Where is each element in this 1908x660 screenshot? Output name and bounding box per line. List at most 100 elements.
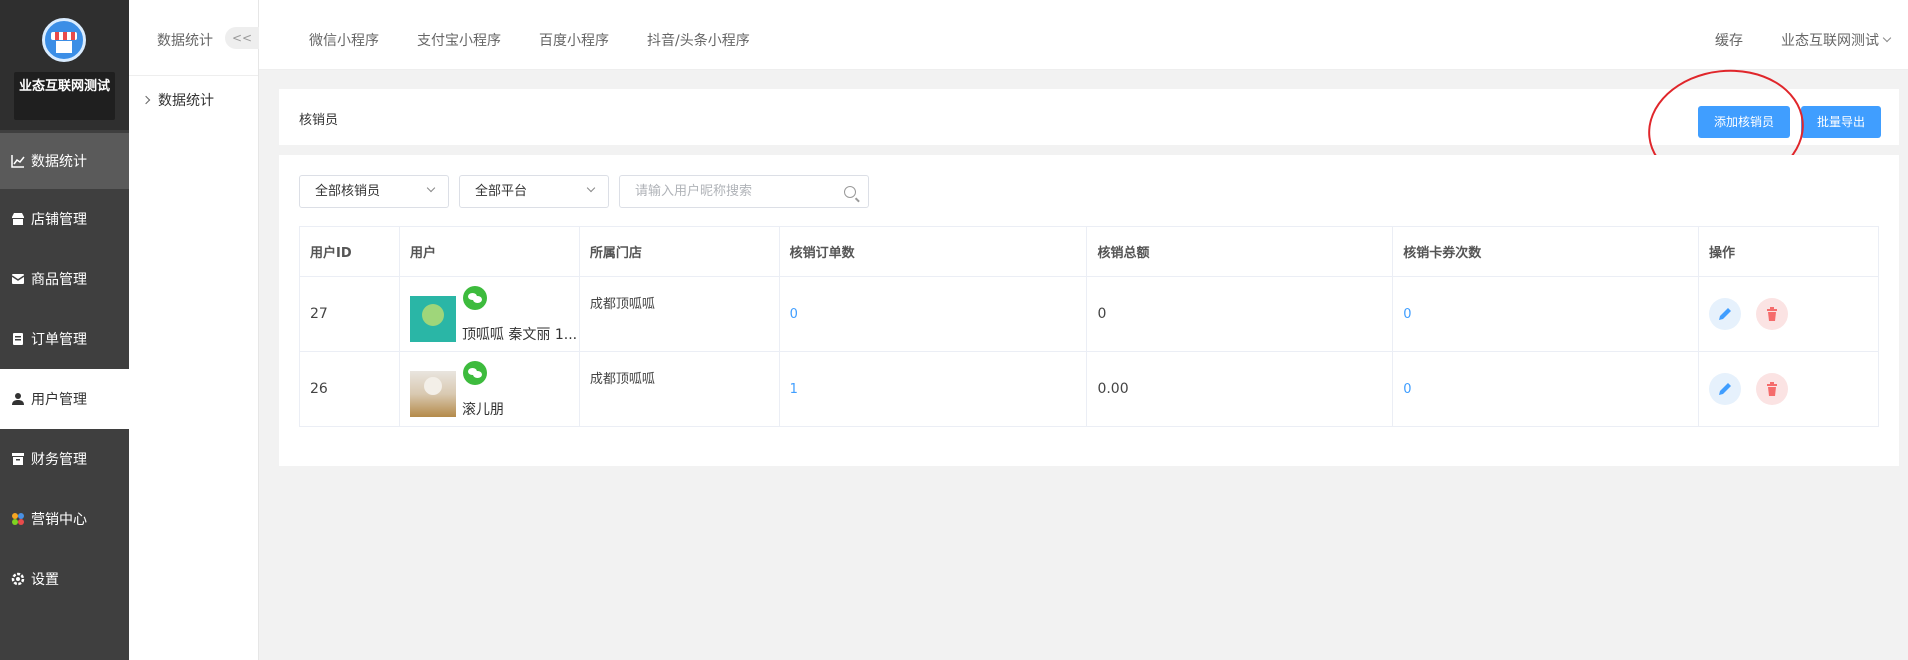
cell-total: 0.00 [1086,351,1394,427]
pencil-icon [1719,308,1732,320]
main-menu: 数据统计 店铺管理 商品管理 订单管理 用户管理 财务管理 营销中心 设置 [0,133,129,609]
trash-icon [1767,307,1778,321]
sub-sidebar: 数据统计 << 数据统计 [129,0,259,660]
user-menu[interactable]: 业态互联网测试 [1781,30,1892,50]
table-header-row: 用户ID 用户 所属门店 核销订单数 核销总额 核销卡券次数 操作 [299,226,1879,277]
platform-select-value: 全部平台 [475,184,528,199]
cell-total: 0 [1086,276,1394,352]
verifier-list-card: 全部核销员 全部平台 用户ID 用户 所属门店 核销订单数 核销总额 核销卡券次… [279,155,1899,466]
platform-select[interactable]: 全部平台 [459,175,609,208]
menu-item-goods[interactable]: 商品管理 [0,249,129,309]
menu-label: 财务管理 [31,452,87,468]
shop-icon [12,213,24,225]
column-header: 所属门店 [578,226,780,277]
column-header: 核销总额 [1086,226,1394,277]
edit-button[interactable] [1709,373,1742,405]
add-verifier-button[interactable]: 添加核销员 [1698,106,1790,138]
user-info: 顶呱呱 秦文丽 1... [409,284,579,344]
coupons-count-link[interactable]: 0 [1403,382,1411,397]
brand-area: 业态互联网测试 [0,0,129,130]
search-icon[interactable] [844,186,856,198]
main-sidebar: 业态互联网测试 数据统计 店铺管理 商品管理 订单管理 用户管理 财务管理 营销… [0,0,129,660]
row-actions [1709,298,1878,330]
table-row: 26 滚儿朋 成都顶呱呱 1 0.00 0 [299,351,1879,427]
column-header: 用户ID [299,226,400,277]
avatar [409,296,456,342]
verifier-select-value: 全部核销员 [315,184,381,199]
brand-name[interactable]: 业态互联网测试 [14,72,115,120]
tab-douyin[interactable]: 抖音/头条小程序 [647,30,750,50]
page-header-card: 核销员 添加核销员 批量导出 [279,89,1899,145]
column-header: 核销卡券次数 [1392,226,1700,277]
menu-item-statistics[interactable]: 数据统计 [0,133,129,189]
sub-sidebar-title: 数据统计 [157,33,213,49]
orders-count-link[interactable]: 0 [790,307,798,322]
collapse-sidebar-button[interactable]: << [225,27,259,49]
edit-button[interactable] [1709,298,1742,330]
batch-export-button[interactable]: 批量导出 [1801,106,1881,138]
chevron-down-icon [586,183,596,193]
top-bar: 微信小程序 支付宝小程序 百度小程序 抖音/头条小程序 缓存 业态互联网测试 [259,0,1908,70]
cell-user-id: 26 [299,351,400,427]
sub-sidebar-item-label: 数据统计 [158,93,214,109]
finance-icon [12,453,24,465]
menu-label: 数据统计 [31,154,87,170]
order-icon [13,333,23,345]
cache-button[interactable]: 缓存 [1715,30,1743,50]
store-logo-icon [42,18,86,62]
filter-bar: 全部核销员 全部平台 [299,175,869,208]
platform-tabs: 微信小程序 支付宝小程序 百度小程序 抖音/头条小程序 [309,30,750,50]
verifier-select[interactable]: 全部核销员 [299,175,449,208]
menu-item-users[interactable]: 用户管理 [0,369,129,429]
wechat-icon [462,286,487,310]
chart-line-icon [11,155,25,168]
trash-icon [1767,382,1778,396]
tab-wechat[interactable]: 微信小程序 [309,30,379,50]
cell-user-id: 27 [299,276,400,352]
user-info: 滚儿朋 [409,359,579,419]
menu-item-store[interactable]: 店铺管理 [0,189,129,249]
pencil-icon [1719,383,1732,395]
tab-baidu[interactable]: 百度小程序 [539,30,609,50]
user-nickname: 滚儿朋 [461,402,504,418]
gear-icon [11,572,25,586]
orders-count-link[interactable]: 1 [790,382,798,397]
column-header: 用户 [398,226,580,277]
menu-item-settings[interactable]: 设置 [0,549,129,609]
row-actions [1709,373,1878,405]
menu-label: 店铺管理 [31,212,87,228]
menu-label: 订单管理 [31,332,87,348]
menu-label: 设置 [31,572,59,588]
sub-sidebar-item-statistics[interactable]: 数据统计 [141,90,214,110]
menu-item-finance[interactable]: 财务管理 [0,429,129,489]
user-nickname: 顶呱呱 秦文丽 1... [461,327,578,343]
delete-button[interactable] [1756,298,1789,330]
cell-store: 成都顶呱呱 [578,276,780,352]
menu-label: 商品管理 [31,272,87,288]
search-box [619,175,869,208]
top-right-actions: 缓存 业态互联网测试 [1715,30,1892,50]
goods-icon [11,274,25,284]
column-header: 操作 [1698,226,1879,277]
menu-label: 用户管理 [31,392,87,408]
menu-item-marketing[interactable]: 营销中心 [0,489,129,549]
chevron-down-icon [426,183,436,193]
sub-sidebar-header: 数据统计 << [129,0,259,76]
menu-item-orders[interactable]: 订单管理 [0,309,129,369]
delete-button[interactable] [1756,373,1789,405]
chevron-right-icon [141,95,151,105]
user-menu-label: 业态互联网测试 [1781,33,1879,49]
menu-label: 营销中心 [31,512,87,528]
coupons-count-link[interactable]: 0 [1403,307,1411,322]
user-icon [12,393,24,405]
avatar [409,371,456,417]
page-title: 核销员 [299,113,339,128]
verifier-table: 用户ID 用户 所属门店 核销订单数 核销总额 核销卡券次数 操作 27 顶呱呱… [299,226,1879,427]
column-header: 核销订单数 [778,226,1088,277]
search-input[interactable] [620,176,830,207]
cell-store: 成都顶呱呱 [578,351,780,427]
marketing-icon [12,513,24,525]
tab-alipay[interactable]: 支付宝小程序 [417,30,501,50]
chevron-down-icon [1882,33,1892,43]
table-row: 27 顶呱呱 秦文丽 1... 成都顶呱呱 0 0 0 [299,276,1879,352]
